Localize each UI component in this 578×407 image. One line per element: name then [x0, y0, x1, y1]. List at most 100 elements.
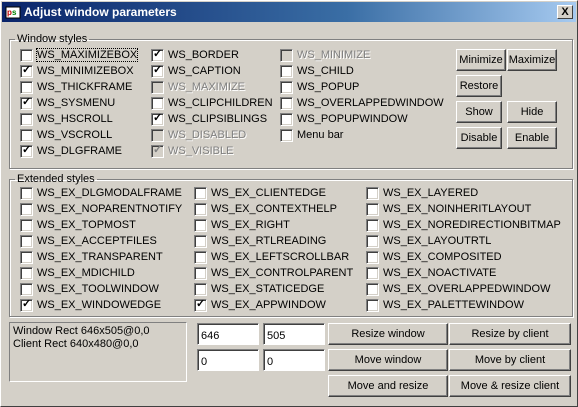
checkmark-icon: ✓	[153, 144, 163, 156]
checkbox-box[interactable]	[280, 81, 293, 94]
height-input[interactable]	[263, 323, 325, 345]
checkbox-box[interactable]	[366, 299, 379, 312]
checkbox-box[interactable]: ✓	[20, 144, 33, 158]
window-title: Adjust window parameters	[24, 5, 177, 19]
checkbox-box[interactable]: ✓	[151, 64, 164, 78]
client-rect-text: Client Rect 640x480@0,0	[13, 338, 139, 350]
move-resize-client-button[interactable]: Move & resize client	[449, 375, 571, 397]
checkbox-box[interactable]	[280, 113, 293, 126]
app-icon: p s	[5, 6, 21, 19]
checkbox-label: WS_EX_APPWINDOW	[211, 299, 326, 311]
adjust-window-dialog: p s Adjust window parameters X Window st…	[0, 0, 578, 407]
move-by-client-button[interactable]: Move by client	[449, 349, 571, 371]
checkbox-box[interactable]	[194, 235, 207, 248]
enable-button[interactable]: Enable	[507, 127, 557, 149]
checkbox-label: WS_POPUP	[297, 81, 360, 93]
extended-styles-legend: Extended styles	[17, 173, 95, 185]
checkmark-icon: ✓	[22, 144, 32, 156]
checkbox-label: WS_MAXIMIZEBOX	[35, 48, 139, 62]
checkbox-label: WS_VISIBLE	[168, 145, 234, 157]
checkbox-box[interactable]	[366, 203, 379, 216]
checkbox-box[interactable]	[366, 283, 379, 296]
checkbox-box[interactable]	[194, 267, 207, 280]
checkbox-box[interactable]	[194, 203, 207, 216]
move-and-resize-button[interactable]: Move and resize	[328, 375, 448, 397]
restore-button[interactable]: Restore	[456, 75, 502, 97]
checkbox-box[interactable]	[366, 267, 379, 280]
checkbox-box[interactable]	[20, 219, 33, 232]
checkbox-box[interactable]	[20, 251, 33, 264]
checkbox-box[interactable]	[20, 203, 33, 216]
checkbox-box[interactable]	[194, 219, 207, 232]
checkbox-box[interactable]	[280, 65, 293, 78]
title-bar[interactable]: p s Adjust window parameters X	[2, 2, 576, 22]
checkbox-box[interactable]	[194, 283, 207, 296]
checkmark-icon: ✓	[153, 48, 163, 60]
checkbox-box	[151, 129, 164, 142]
checkbox-box[interactable]	[366, 235, 379, 248]
checkmark-icon: ✓	[22, 96, 32, 108]
width-input[interactable]	[197, 323, 259, 345]
checkbox-label: WS_SYSMENU	[37, 97, 116, 109]
checkbox-label: WS_EX_ACCEPTFILES	[37, 235, 157, 247]
checkbox-label: WS_CLIPSIBLINGS	[168, 113, 268, 125]
checkbox-box[interactable]	[366, 187, 379, 200]
checkbox-label: WS_MINIMIZEBOX	[37, 65, 134, 77]
checkbox-box[interactable]: ✓	[151, 112, 164, 126]
checkbox-box[interactable]: ✓	[20, 96, 33, 110]
resize-window-button[interactable]: Resize window	[328, 323, 448, 345]
resize-by-client-button[interactable]: Resize by client	[449, 323, 571, 345]
hide-button[interactable]: Hide	[507, 101, 557, 123]
disable-button[interactable]: Disable	[456, 127, 502, 149]
checkbox-label: WS_EX_NOREDIRECTIONBITMAP	[383, 219, 561, 231]
checkbox-box[interactable]	[20, 113, 33, 126]
checkbox-box[interactable]	[366, 251, 379, 264]
checkmark-icon: ✓	[196, 298, 206, 310]
checkbox-label: WS_DISABLED	[168, 129, 247, 141]
checkbox-box[interactable]	[20, 49, 33, 62]
checkbox-label: WS_THICKFRAME	[37, 81, 133, 93]
checkbox-label: WS_EX_DLGMODALFRAME	[37, 187, 182, 199]
close-button[interactable]: X	[557, 5, 573, 19]
checkbox-label: WS_MAXIMIZE	[168, 81, 246, 93]
checkbox-box[interactable]	[20, 267, 33, 280]
show-button[interactable]: Show	[456, 101, 502, 123]
checkbox-label: WS_EX_COMPOSITED	[383, 251, 502, 263]
y-input[interactable]	[263, 349, 325, 371]
checkbox-box[interactable]	[366, 219, 379, 232]
checkbox-box[interactable]	[20, 283, 33, 296]
checkbox-label: WS_CHILD	[297, 65, 354, 77]
close-icon: X	[561, 6, 569, 18]
checkbox-box[interactable]	[280, 129, 293, 142]
checkbox-label: WS_EX_RIGHT	[211, 219, 290, 231]
x-input[interactable]	[197, 349, 259, 371]
checkbox-label: WS_EX_PALETTEWINDOW	[383, 299, 524, 311]
window-rect-text: Window Rect 646x505@0,0	[13, 325, 150, 337]
checkbox-label: WS_CAPTION	[168, 65, 241, 77]
checkbox-box[interactable]	[20, 129, 33, 142]
checkbox-label: WS_HSCROLL	[37, 113, 113, 125]
checkbox-box[interactable]	[280, 97, 293, 110]
move-window-button[interactable]: Move window	[328, 349, 448, 371]
checkbox-box[interactable]: ✓	[194, 298, 207, 312]
checkbox-label: WS_EX_LEFTSCROLLBAR	[211, 251, 350, 263]
checkbox-box[interactable]	[20, 81, 33, 94]
checkbox-box[interactable]: ✓	[151, 48, 164, 62]
checkbox-box: ✓	[151, 144, 164, 158]
checkbox-box[interactable]	[20, 235, 33, 248]
checkbox-box[interactable]	[194, 251, 207, 264]
checkbox-box[interactable]	[20, 187, 33, 200]
checkbox-box[interactable]	[194, 187, 207, 200]
checkbox-box[interactable]	[151, 97, 164, 110]
checkbox-box[interactable]: ✓	[20, 64, 33, 78]
checkbox-box	[151, 81, 164, 94]
checkbox-label: WS_OVERLAPPEDWINDOW	[297, 97, 444, 109]
maximize-button[interactable]: Maximize	[507, 49, 557, 71]
minimize-button[interactable]: Minimize	[456, 49, 506, 71]
checkbox-label: WS_EX_LAYERED	[383, 187, 479, 199]
window-styles-legend: Window styles	[17, 33, 88, 45]
checkbox-label: WS_VSCROLL	[37, 129, 113, 141]
checkbox-box[interactable]: ✓	[20, 298, 33, 312]
checkbox-box	[280, 49, 293, 62]
checkbox-label: WS_EX_NOINHERITLAYOUT	[383, 203, 532, 215]
